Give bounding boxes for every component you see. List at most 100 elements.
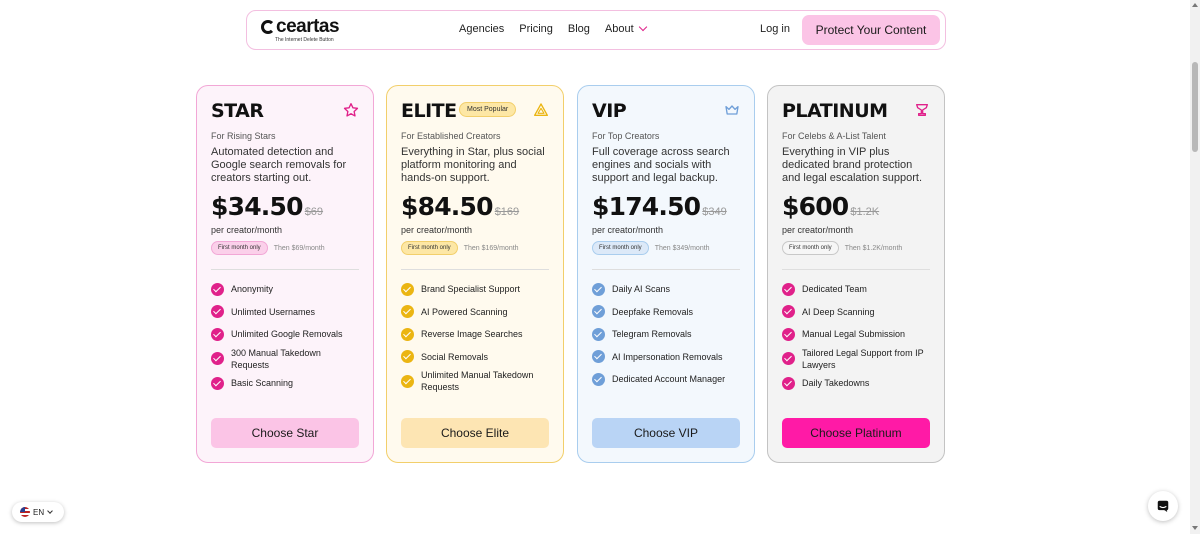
plan-card-star: STAR For Rising Stars Automated detectio… [196,85,374,463]
scroll-down-arrow-icon[interactable] [1192,526,1198,530]
plan-card-vip: VIP For Top Creators Full coverage acros… [577,85,755,463]
feature-item: Unlimited Google Removals [211,323,361,346]
feature-label: Daily AI Scans [612,284,671,295]
most-popular-badge: Most Popular [459,102,517,117]
choose-elite-button[interactable]: Choose Elite [401,418,549,448]
feature-item: Unlimited Manual Takedown Requests [401,370,551,393]
language-code: EN [33,507,45,517]
logo-c-icon [261,20,275,34]
scroll-up-arrow-icon[interactable] [1192,3,1198,7]
feature-label: Telegram Removals [612,329,692,340]
check-icon [211,376,224,390]
nav-link-about-label: About [604,23,634,35]
plan-price: $600 [782,192,849,221]
feature-label: Basic Scanning [231,378,294,389]
feature-label: Daily Takedowns [802,378,870,389]
choose-platinum-button[interactable]: Choose Platinum [782,418,930,448]
page-scrollbar[interactable] [1190,0,1200,534]
then-price: Then $69/month [273,244,325,252]
plan-tier: PLATINUM [782,100,888,122]
choose-star-button[interactable]: Choose Star [211,418,359,448]
feature-label: AI Powered Scanning [421,306,508,317]
plan-tier: STAR [211,100,264,122]
nav-link-blog[interactable]: Blog [568,23,590,35]
logo-tagline: The Internet Delete Button [275,37,334,43]
chat-widget-button[interactable] [1148,491,1178,521]
plan-price: $84.50 [401,192,493,221]
check-icon [211,282,224,296]
plan-subtitle: For Rising Stars [211,131,276,141]
protect-content-button[interactable]: Protect Your Content [802,15,940,45]
plan-description: Automated detection and Google search re… [211,146,347,184]
feature-list: Dedicated Team AI Deep Scanning Manual L… [782,278,932,395]
plan-subtitle: For Celebs & A-List Talent [782,131,886,141]
check-icon [211,352,224,366]
feature-label: Social Removals [421,351,489,362]
feature-list: Daily AI Scans Deepfake Removals Telegra… [592,278,742,391]
check-icon [592,350,605,364]
check-icon [401,350,414,364]
nav-link-pricing[interactable]: Pricing [519,23,553,35]
feature-label: 300 Manual Takedown Requests [231,347,321,370]
feature-item: Telegram Removals [592,323,742,346]
feature-item: Anonymity [211,278,361,301]
then-price: Then $1.2K/month [844,244,903,252]
crown-icon [725,105,739,115]
feature-item: Reverse Image Searches [401,323,551,346]
nav-link-agencies[interactable]: Agencies [459,23,504,35]
feature-list: Anonymity Unlimted Usernames Unlimited G… [211,278,361,395]
us-flag-icon [20,507,30,517]
feature-item: Deepfake Removals [592,301,742,324]
feature-label: AI Deep Scanning [802,306,875,317]
plan-per-unit: per creator/month [211,225,283,235]
then-price: Then $169/month [463,244,519,252]
check-icon [211,327,224,341]
feature-label: Reverse Image Searches [421,329,523,340]
feature-item: Brand Specialist Support [401,278,551,301]
divider [592,269,740,270]
divider [401,269,549,270]
plan-subtitle: For Established Creators [401,131,501,141]
chat-icon [1157,500,1169,512]
feature-label: Dedicated Team [802,284,867,295]
feature-item: Daily Takedowns [782,372,932,395]
feature-label: Unlimited Manual Takedown Requests [421,370,534,393]
plan-per-unit: per creator/month [401,225,473,235]
plan-per-unit: per creator/month [782,225,854,235]
feature-list: Brand Specialist Support AI Powered Scan… [401,278,551,395]
check-icon [782,282,795,296]
feature-label: Tailored Legal Support from IP Lawyers [802,347,924,370]
check-icon [211,305,224,319]
feature-label: Unlimited Google Removals [231,329,343,340]
check-icon [592,305,605,319]
check-icon [782,305,795,319]
feature-label: AI Impersonation Removals [612,351,723,362]
top-navbar: ceartas The Internet Delete Button Agenc… [246,10,946,50]
nav-link-about[interactable]: About [604,22,647,35]
feature-item: Social Removals [401,346,551,369]
check-icon [782,327,795,341]
feature-label: Manual Legal Submission [802,329,906,340]
choose-vip-button[interactable]: Choose VIP [592,418,740,448]
trophy-icon [916,104,928,116]
promo-badge: First month only [782,241,839,255]
plan-old-price: $1.2K [850,206,880,218]
feature-label: Dedicated Account Manager [612,374,726,385]
promo-badge: First month only [401,241,458,255]
feature-label: Unlimted Usernames [231,306,316,317]
promo-badge: First month only [211,241,268,255]
language-switcher[interactable]: EN [12,502,64,522]
plan-price: $174.50 [592,192,701,221]
feature-label: Anonymity [231,284,274,295]
feature-item: AI Powered Scanning [401,301,551,324]
scrollbar-thumb[interactable] [1192,62,1198,152]
plan-price: $34.50 [211,192,303,221]
ceartas-logo[interactable]: ceartas The Internet Delete Button [261,17,340,43]
plan-per-unit: per creator/month [592,225,664,235]
feature-item: Dedicated Account Manager [592,368,742,391]
check-icon [401,327,414,341]
check-icon [401,374,414,388]
plan-card-elite: ELITE Most Popular For Established Creat… [386,85,564,463]
login-link[interactable]: Log in [760,23,790,35]
plan-old-price: $169 [494,206,520,218]
